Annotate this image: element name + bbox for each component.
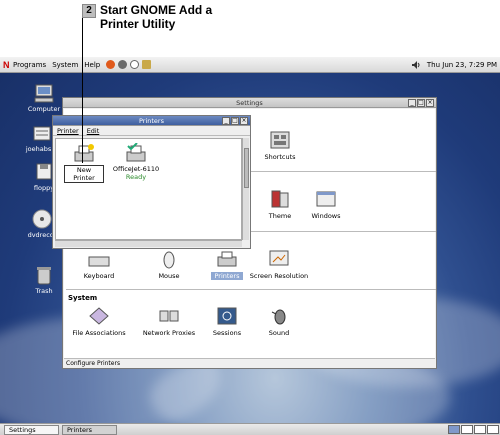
panel-clock[interactable]: Thu Jun 23, 7:29 PM bbox=[427, 61, 497, 69]
settings-item-screen-resolution[interactable]: Screen Resolution bbox=[244, 249, 314, 280]
maximize-button[interactable]: □ bbox=[417, 99, 425, 107]
minimize-button[interactable]: _ bbox=[408, 99, 416, 107]
workspace-4[interactable] bbox=[487, 425, 499, 434]
vertical-scrollbar[interactable] bbox=[242, 138, 249, 240]
scrollbar-thumb[interactable] bbox=[244, 148, 249, 188]
minimize-button[interactable]: _ bbox=[222, 117, 230, 125]
settings-item-label: Sound bbox=[268, 329, 290, 337]
settings-item-label: Windows bbox=[311, 212, 341, 220]
panel-logo[interactable]: N bbox=[3, 60, 13, 70]
settings-item-label: Screen Resolution bbox=[249, 272, 309, 280]
network-proxies-icon bbox=[158, 306, 180, 326]
menu-edit[interactable]: Edit bbox=[87, 127, 100, 135]
dvd-icon bbox=[31, 209, 53, 229]
task-settings[interactable]: Settings bbox=[4, 424, 59, 435]
task-printers[interactable]: Printers bbox=[62, 424, 117, 435]
new-printer-label: New Printer bbox=[64, 165, 104, 183]
printers-list: New Printer OfficeJet-6110 Ready bbox=[55, 138, 242, 240]
menu-printer[interactable]: Printer bbox=[57, 127, 79, 135]
settings-item-label: Printers bbox=[211, 272, 243, 280]
close-button[interactable]: × bbox=[240, 117, 248, 125]
settings-item-label: Shortcuts bbox=[264, 153, 296, 161]
bottom-taskbar: Settings Printers bbox=[0, 423, 500, 435]
settings-item-shortcuts[interactable]: Shortcuts bbox=[245, 130, 315, 161]
maximize-button[interactable]: □ bbox=[231, 117, 239, 125]
close-button[interactable]: × bbox=[426, 99, 434, 107]
settings-item-label: File Associations bbox=[72, 329, 126, 337]
section-divider bbox=[66, 289, 436, 290]
desktop-icon-trash[interactable]: Trash bbox=[24, 265, 64, 295]
step-callout: 2 Start GNOME Add a Printer Utility bbox=[82, 3, 250, 37]
keyboard-icon bbox=[88, 249, 110, 269]
mouse-icon bbox=[158, 249, 180, 269]
settings-item-label: Keyboard bbox=[83, 272, 115, 280]
programs-menu[interactable]: Programs bbox=[13, 61, 46, 69]
speaker-icon[interactable] bbox=[411, 60, 421, 69]
printers-title: Printers bbox=[138, 117, 164, 125]
workspace-1[interactable] bbox=[448, 425, 460, 434]
new-printer-icon bbox=[73, 143, 95, 163]
printer-name: OfficeJet-6110 bbox=[112, 165, 160, 173]
settings-titlebar[interactable]: Settings _ □ × bbox=[63, 98, 436, 108]
settings-item-keyboard[interactable]: Keyboard bbox=[64, 249, 134, 280]
printer-item-officejet[interactable]: OfficeJet-6110 Ready bbox=[108, 142, 164, 181]
browser-icon[interactable] bbox=[106, 60, 116, 69]
printer-icon bbox=[125, 142, 147, 163]
file-associations-icon bbox=[88, 306, 110, 326]
settings-item-file-associations[interactable]: File Associations bbox=[64, 306, 134, 337]
workspace-switcher[interactable] bbox=[448, 425, 500, 434]
desktop-icon-computer[interactable]: Computer bbox=[24, 83, 64, 113]
windows-icon bbox=[315, 189, 337, 209]
screen-resolution-icon bbox=[268, 249, 290, 269]
desktop-icon-label: Computer bbox=[27, 105, 61, 113]
help-menu[interactable]: Help bbox=[84, 61, 100, 69]
theme-icon bbox=[269, 189, 291, 209]
trash-icon bbox=[33, 265, 55, 285]
settings-statusbar: Configure Printers bbox=[64, 358, 435, 367]
home-folder-icon bbox=[31, 123, 53, 143]
printer-icon bbox=[216, 249, 238, 269]
sound-icon bbox=[268, 306, 290, 326]
workspace-2[interactable] bbox=[461, 425, 473, 434]
sessions-icon bbox=[216, 306, 238, 326]
section-divider bbox=[250, 231, 436, 232]
step-text: Start GNOME Add a Printer Utility bbox=[100, 3, 213, 31]
computer-icon bbox=[33, 83, 55, 103]
desktop-icon-label: Trash bbox=[35, 287, 53, 295]
step-number: 2 bbox=[82, 4, 96, 18]
keyboard-shortcuts-icon bbox=[269, 130, 291, 150]
workspace-3[interactable] bbox=[474, 425, 486, 434]
top-panel: N Programs System Help Thu Jun 23, 7:29 … bbox=[0, 57, 500, 73]
horizontal-scrollbar[interactable] bbox=[55, 240, 242, 247]
launcher-icon[interactable] bbox=[142, 60, 152, 69]
section-divider bbox=[250, 171, 436, 172]
help-icon[interactable] bbox=[130, 60, 140, 69]
settings-title: Settings bbox=[236, 99, 263, 107]
system-section-title: System bbox=[68, 294, 98, 302]
new-printer-item[interactable]: New Printer bbox=[64, 143, 104, 183]
printer-status: Ready bbox=[125, 173, 147, 181]
system-menu[interactable]: System bbox=[52, 61, 78, 69]
settings-item-sound[interactable]: Sound bbox=[244, 306, 314, 337]
panel-tray: Thu Jun 23, 7:29 PM bbox=[411, 60, 497, 69]
callout-pointer-line bbox=[82, 18, 83, 163]
mail-icon[interactable] bbox=[118, 60, 128, 69]
settings-item-windows[interactable]: Windows bbox=[291, 189, 361, 220]
